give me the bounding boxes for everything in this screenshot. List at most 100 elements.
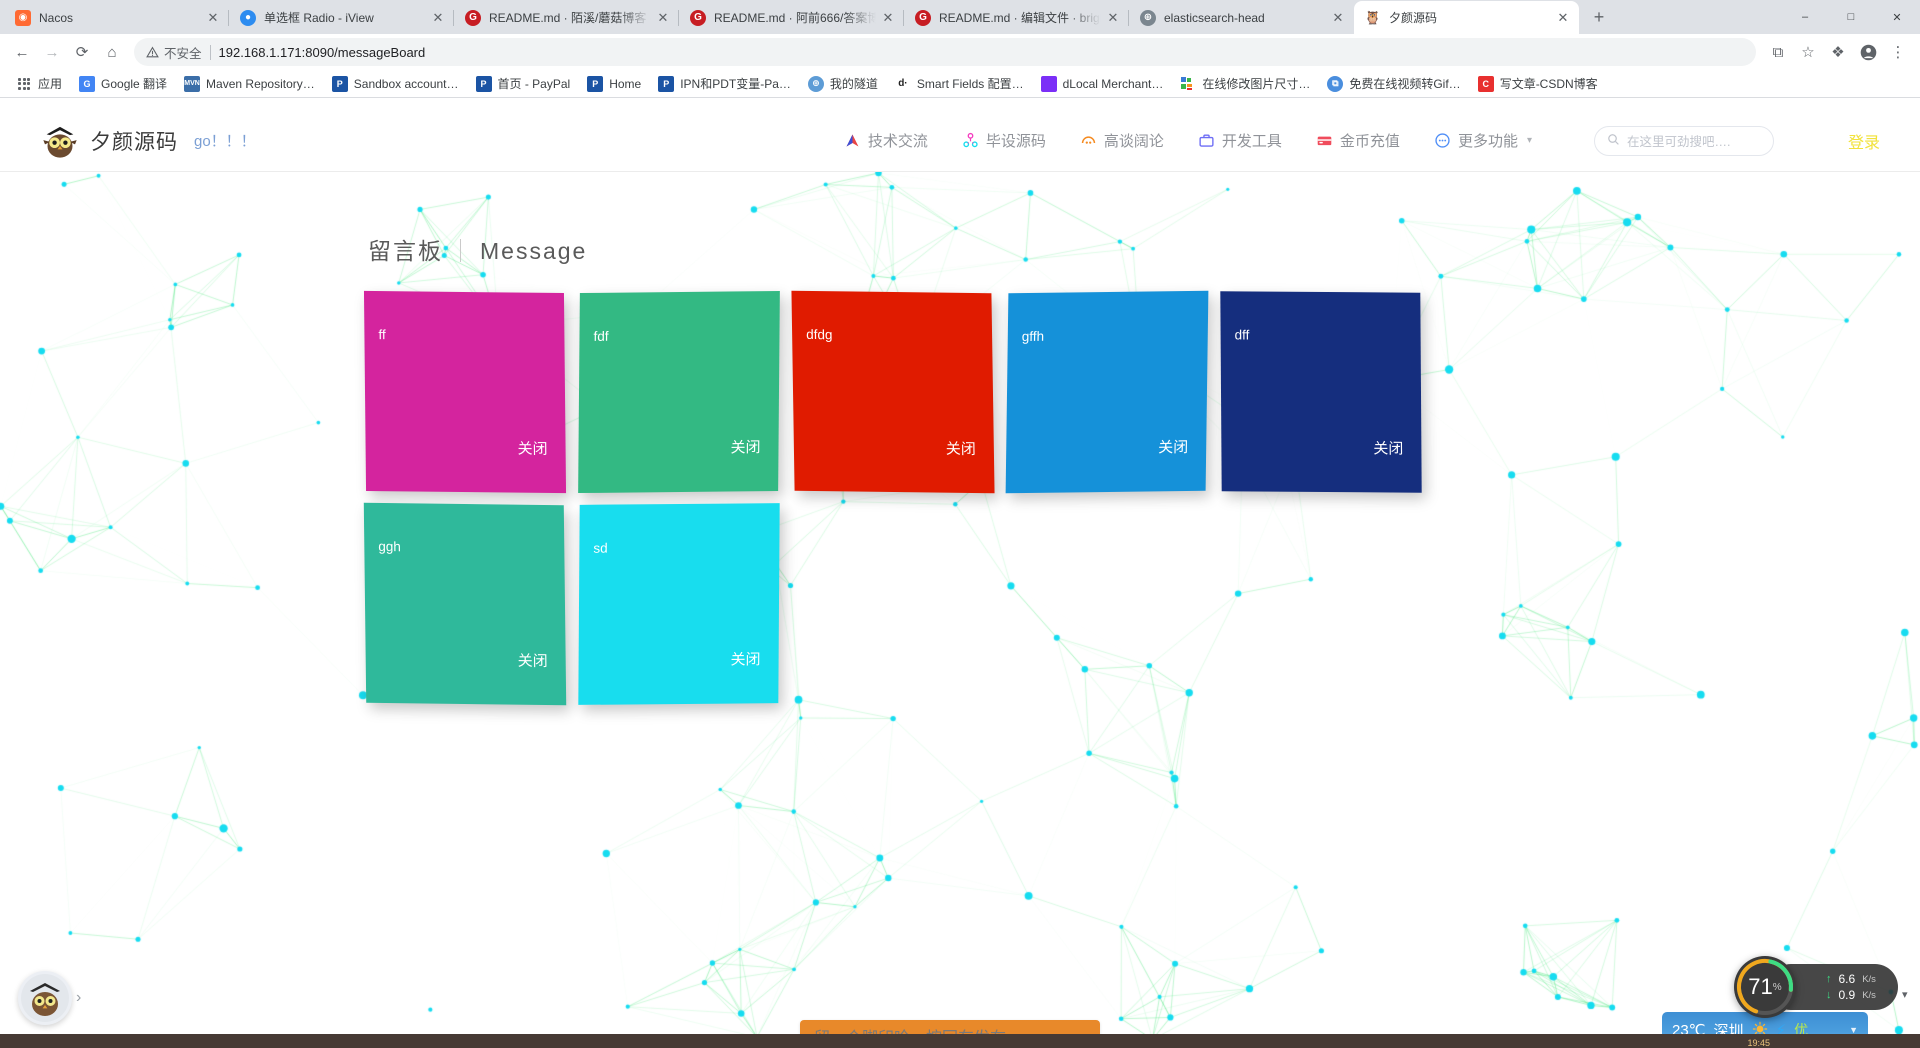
close-message-button[interactable]: 关闭 xyxy=(730,436,760,457)
download-speed-value: 0.9 xyxy=(1838,988,1856,1002)
message-card[interactable]: gffh 关闭 xyxy=(1005,290,1209,494)
dlocal-square-icon xyxy=(1040,75,1057,92)
bookmark-video-to-gif[interactable]: ⧉ 免费在线视频转Gif… xyxy=(1319,72,1468,95)
message-card[interactable]: fdf 关闭 xyxy=(578,290,780,494)
bookmark-smart-fields[interactable]: d· Smart Fields 配置… xyxy=(887,72,1032,95)
back-icon[interactable]: ← xyxy=(8,38,36,66)
bookmark-label: dLocal Merchant… xyxy=(1062,76,1164,91)
bookmark-image-resize[interactable]: 在线修改图片尺寸… xyxy=(1172,72,1318,95)
close-message-button[interactable]: 关闭 xyxy=(946,438,976,459)
nacos-icon: ◉ xyxy=(15,9,31,26)
nav-item-graduation-source[interactable]: 毕设源码 xyxy=(962,130,1046,151)
url-text: 192.168.1.171:8090/messageBoard xyxy=(218,44,426,60)
scroll-down-icon[interactable]: ▾ xyxy=(1902,988,1914,1001)
nav-item-dev-tools[interactable]: 开发工具 xyxy=(1198,130,1282,151)
bookmark-label: Maven Repository… xyxy=(206,76,315,91)
site-logo[interactable]: 夕颜源码 go！！！ xyxy=(40,121,256,161)
maximize-button[interactable]: □ xyxy=(1828,1,1874,33)
browser-tab-1[interactable]: ● 单选框 Radio - iView ✕ xyxy=(229,1,454,34)
close-message-button[interactable]: 关闭 xyxy=(1373,437,1403,458)
tab-title: README.md · 编辑文件 · bright… xyxy=(939,11,1101,25)
close-message-button[interactable]: 关闭 xyxy=(1158,436,1188,457)
browser-tab-6-active[interactable]: 🦉 夕颜源码 ✕ xyxy=(1354,1,1579,34)
close-message-button[interactable]: 关闭 xyxy=(517,438,547,459)
bookmark-dlocal-merchant[interactable]: dLocal Merchant… xyxy=(1033,73,1172,95)
more-circle-icon xyxy=(1434,132,1451,149)
bookmark-sandbox-account[interactable]: P Sandbox account… xyxy=(324,73,467,95)
close-icon[interactable]: ✕ xyxy=(1555,10,1571,26)
browser-tab-0[interactable]: ◉ Nacos ✕ xyxy=(4,1,229,34)
address-bar[interactable]: 不安全 192.168.1.171:8090/messageBoard xyxy=(134,38,1756,66)
search-icon xyxy=(1607,133,1620,149)
bookmark-label: 免费在线视频转Gif… xyxy=(1349,77,1461,91)
browser-tab-3[interactable]: G README.md · 阿前666/答案博… ✕ xyxy=(679,1,904,34)
search-placeholder: 在这里可劲搜吧…. xyxy=(1626,135,1731,149)
cpu-usage-widget[interactable]: 71% xyxy=(1734,956,1796,1018)
chatbot-avatar-icon xyxy=(18,971,72,1025)
chevron-right-icon[interactable]: › xyxy=(76,989,81,1007)
web-page: 夕颜源码 go！！！ 技术交流 毕设源码 高谈阔论 开发工具 金币充值 更多功能… xyxy=(0,110,1920,1048)
close-message-button[interactable]: 关闭 xyxy=(731,648,761,669)
profile-avatar[interactable] xyxy=(1854,38,1882,66)
message-card[interactable]: sd 关闭 xyxy=(578,503,780,705)
close-icon[interactable]: ✕ xyxy=(880,10,896,26)
page-title-en: Message xyxy=(480,238,588,264)
close-icon[interactable]: ✕ xyxy=(1105,10,1121,26)
close-window-button[interactable]: ✕ xyxy=(1874,1,1920,33)
message-card[interactable]: ff 关闭 xyxy=(363,290,567,494)
bookmark-label: Google 翻译 xyxy=(101,77,168,91)
nav-item-more[interactable]: 更多功能 ▾ xyxy=(1434,130,1532,151)
bookmark-label: Smart Fields 配置… xyxy=(916,77,1024,91)
message-card[interactable]: dfdg 关闭 xyxy=(791,290,995,494)
home-icon[interactable]: ⌂ xyxy=(98,38,126,66)
upload-speed-row: ↑ 6.6 K/s xyxy=(1826,972,1882,986)
atom-icon xyxy=(962,132,979,149)
bookmark-home[interactable]: P Home xyxy=(579,73,649,95)
paypal-icon: P xyxy=(658,75,675,92)
bookmark-apps[interactable]: 应用 xyxy=(8,72,70,95)
close-icon[interactable]: ✕ xyxy=(1330,10,1346,26)
new-tab-button[interactable]: + xyxy=(1585,3,1613,31)
bookmark-csdn[interactable]: C 写文章-CSDN博客 xyxy=(1470,72,1606,95)
bookmark-ipn-pdt[interactable]: P IPN和PDT变量-Pa… xyxy=(650,72,799,95)
nav-item-tech[interactable]: 技术交流 xyxy=(844,130,928,151)
bookmark-google-translate[interactable]: G Google 翻译 xyxy=(71,72,175,95)
browser-menu-icon[interactable]: ⋮ xyxy=(1884,38,1912,66)
message-card[interactable]: ggh 关闭 xyxy=(363,502,567,706)
close-message-button[interactable]: 关闭 xyxy=(518,650,548,671)
download-speed-unit: K/s xyxy=(1862,989,1876,1001)
extensions-icon[interactable]: ❖ xyxy=(1824,38,1852,66)
close-icon[interactable]: ✕ xyxy=(655,10,671,26)
close-icon[interactable]: ✕ xyxy=(205,10,221,26)
forward-icon[interactable]: → xyxy=(38,38,66,66)
globe-icon: ⊕ xyxy=(1140,9,1156,26)
reload-icon[interactable]: ⟳ xyxy=(68,38,96,66)
chevron-down-icon: ▾ xyxy=(1526,135,1532,146)
bookmark-paypal-home[interactable]: P 首页 - PayPal xyxy=(468,72,579,95)
chatbot-widget[interactable]: › xyxy=(18,966,82,1030)
browser-tab-4[interactable]: G README.md · 编辑文件 · bright… ✕ xyxy=(904,1,1129,34)
bookmark-label: 应用 xyxy=(38,77,63,91)
message-card-row: ff 关闭 fdf 关闭 dfdg 关闭 gffh 关闭 dff 关闭 xyxy=(363,290,1422,494)
minimize-button[interactable]: – xyxy=(1782,1,1828,33)
bookmark-my-tunnel[interactable]: ⊕ 我的隧道 xyxy=(800,72,886,95)
taskbar-clock: 19:45 xyxy=(1747,1038,1770,1048)
bookmark-star-icon[interactable]: ☆ xyxy=(1794,38,1822,66)
upload-speed-unit: K/s xyxy=(1862,973,1876,985)
close-icon[interactable]: ✕ xyxy=(430,10,446,26)
tab-title: README.md · 陌溪/蘑菇博客 - … xyxy=(489,11,651,25)
cast-icon[interactable]: ⧉ xyxy=(1764,38,1792,66)
browser-tab-2[interactable]: G README.md · 陌溪/蘑菇博客 - … ✕ xyxy=(454,1,679,34)
paypal-icon: P xyxy=(331,75,348,92)
message-card[interactable]: dff 关闭 xyxy=(1220,291,1422,493)
bookmark-label: 在线修改图片尺寸… xyxy=(1202,77,1311,91)
site-search-input[interactable]: 在这里可劲搜吧…. xyxy=(1593,125,1774,156)
paypal-icon: P xyxy=(587,75,604,92)
browser-tab-5[interactable]: ⊕ elasticsearch-head ✕ xyxy=(1129,1,1354,34)
login-button[interactable]: 登录 xyxy=(1848,129,1880,153)
nav-item-coin-recharge[interactable]: 金币充值 xyxy=(1316,130,1400,151)
csdn-icon: C xyxy=(1477,75,1494,92)
tab-strip: ◉ Nacos ✕ ● 单选框 Radio - iView ✕ G README… xyxy=(0,0,1920,34)
nav-item-discussion[interactable]: 高谈阔论 xyxy=(1080,130,1164,151)
bookmark-maven[interactable]: MVN Maven Repository… xyxy=(176,73,323,95)
